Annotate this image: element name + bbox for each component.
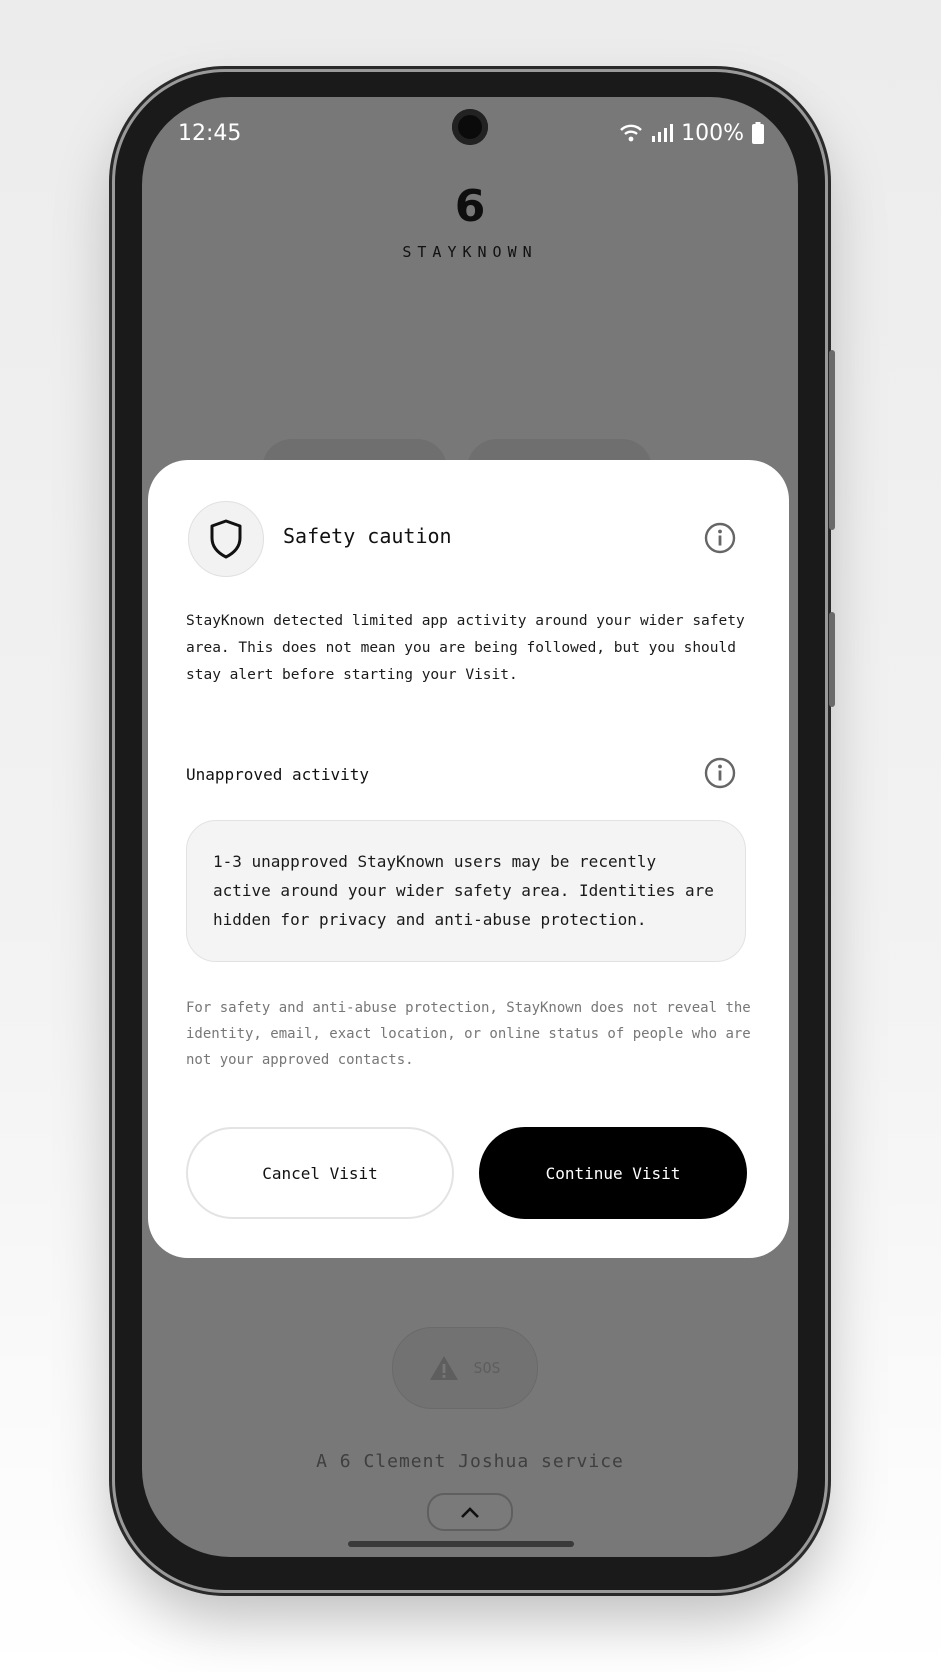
safety-caution-dialog: Safety caution StayKnown detected limite… (148, 460, 789, 1258)
volume-button (829, 350, 835, 530)
sos-label: SOS (473, 1359, 501, 1377)
home-indicator[interactable] (348, 1541, 574, 1547)
battery-percent: 100% (681, 120, 744, 146)
expand-button (427, 1493, 513, 1531)
shield-icon (210, 519, 242, 559)
info-icon[interactable] (704, 757, 736, 789)
activity-info-box: 1-3 unapproved StayKnown users may be re… (186, 820, 746, 962)
shield-badge (188, 501, 264, 577)
wifi-icon (620, 124, 642, 142)
dialog-message: StayKnown detected limited app activity … (186, 613, 745, 683)
status-icons: 100% (619, 121, 764, 146)
warning-icon (430, 1356, 459, 1380)
status-time: 12:45 (178, 120, 242, 146)
continue-visit-button[interactable]: Continue Visit (479, 1127, 747, 1219)
section-label: Unapproved activity (186, 765, 370, 784)
footer-text: A 6 Clement Joshua service (316, 1451, 624, 1472)
chevron-up-icon (461, 1507, 479, 1518)
logo-wordmark: STAYKNOWN (402, 243, 538, 261)
sos-button: SOS (392, 1327, 538, 1409)
signal-icon (652, 124, 674, 142)
info-icon[interactable] (704, 522, 736, 554)
battery-icon (752, 122, 764, 144)
power-button (829, 612, 835, 707)
logo-mark: 6 (454, 181, 486, 232)
app-logo: 6 STAYKNOWN (142, 181, 798, 262)
front-camera (452, 109, 488, 145)
dialog-title: Safety caution (283, 524, 452, 548)
cancel-visit-button[interactable]: Cancel Visit (186, 1127, 454, 1219)
privacy-note: For safety and anti-abuse protection, St… (186, 1000, 751, 1068)
